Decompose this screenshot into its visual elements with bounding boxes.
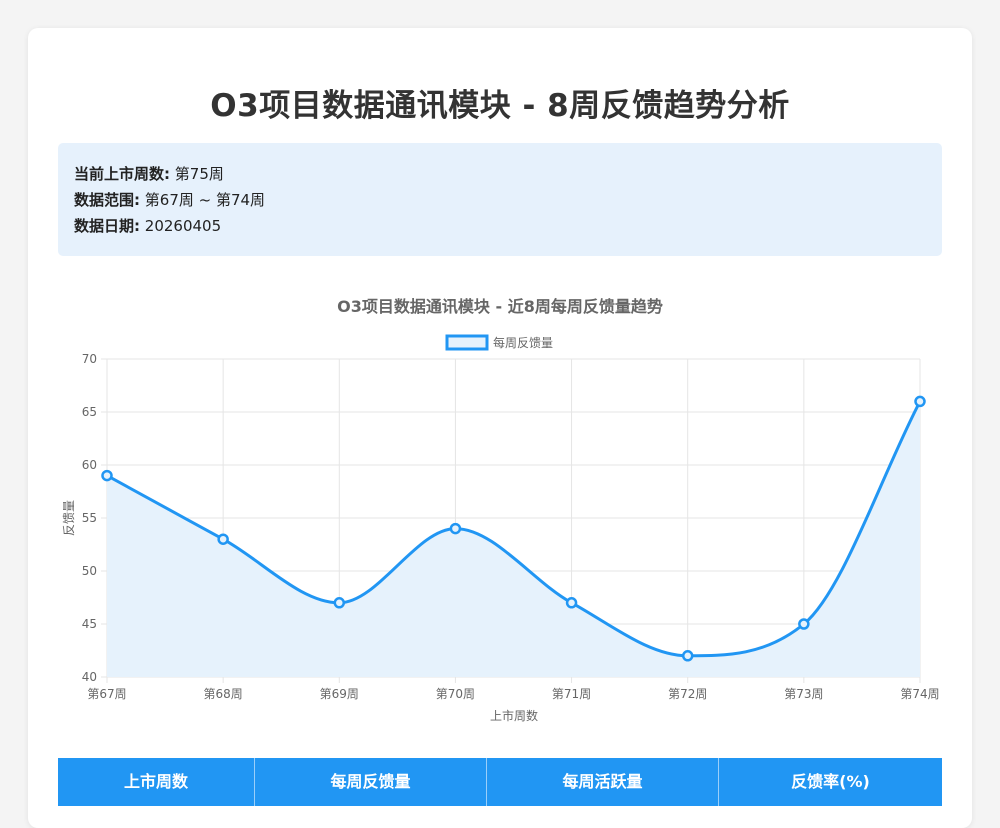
x-tick-label: 第68周 [204, 687, 243, 701]
x-tick-label: 第70周 [436, 687, 475, 701]
info-panel: 当前上市周数: 第75周 数据范围: 第67周 ~ 第74周 数据日期: 202… [58, 143, 942, 256]
table-header-cell[interactable]: 上市周数 [58, 758, 255, 806]
x-tick-label: 第69周 [320, 687, 359, 701]
data-point [333, 597, 346, 609]
y-tick-label: 70 [82, 352, 97, 366]
data-point [217, 533, 229, 545]
legend-label: 每周反馈量 [493, 335, 553, 350]
y-axis-label: 反馈量 [62, 500, 76, 536]
info-current-week: 当前上市周数: 第75周 [74, 163, 224, 184]
table-header-cell[interactable]: 每周活跃量 [487, 758, 719, 806]
y-tick-label: 65 [82, 405, 97, 419]
y-tick-label: 50 [82, 564, 97, 578]
chart-legend[interactable]: 每周反馈量 [445, 334, 553, 351]
info-label: 数据范围: [74, 191, 140, 209]
x-axis-label: 上市周数 [490, 708, 538, 723]
y-tick-label: 40 [82, 670, 97, 684]
data-point [449, 522, 462, 535]
y-tick-label: 60 [82, 458, 97, 472]
data-point [681, 650, 694, 662]
x-axis-ticks: 第67周 第68周 第69周 第70周 第71周 第72周 第73周 第74周 [87, 687, 939, 701]
data-table-header: 上市周数 每周反馈量 每周活跃量 反馈率(%) [58, 758, 942, 806]
x-tick-label: 第74周 [900, 687, 939, 701]
info-data-date: 数据日期: 20260405 [74, 215, 221, 236]
y-axis-ticks: 40 45 50 55 60 65 70 [82, 352, 97, 684]
x-tick-label: 第73周 [784, 687, 823, 701]
line-chart: O3项目数据通讯模块 - 近8周每周反馈量趋势 每周反馈量 40 45 50 55 60… [62, 297, 940, 723]
chart-title: O3项目数据通讯模块 - 近8周每周反馈量趋势 [337, 297, 663, 316]
x-tick-label: 第71周 [552, 687, 591, 701]
info-value: 第67周 ~ 第74周 [144, 191, 266, 209]
data-point [101, 469, 113, 482]
x-tick-label: 第72周 [668, 687, 707, 701]
info-data-range: 数据范围: 第67周 ~ 第74周 [74, 189, 265, 210]
info-value: 第75周 [174, 165, 224, 183]
table-header-cell[interactable]: 每周反馈量 [255, 758, 487, 806]
x-tick-label: 第67周 [87, 687, 126, 701]
chart-container: O3项目数据通讯模块 - 近8周每周反馈量趋势 每周反馈量 40 45 50 55 60… [0, 280, 1000, 730]
data-point [798, 618, 810, 630]
y-tick-label: 55 [82, 511, 97, 525]
legend-swatch [445, 334, 489, 351]
series-area-fill [107, 401, 920, 677]
info-label: 数据日期: [74, 217, 140, 235]
y-tick-label: 45 [82, 617, 97, 631]
data-point [565, 597, 578, 609]
table-header-cell[interactable]: 反馈率(%) [719, 758, 942, 806]
page-title: O3项目数据通讯模块 - 8周反馈趋势分析 [210, 88, 790, 124]
info-value: 20260405 [144, 217, 222, 235]
info-label: 当前上市周数: [74, 165, 170, 183]
data-point [914, 395, 926, 408]
